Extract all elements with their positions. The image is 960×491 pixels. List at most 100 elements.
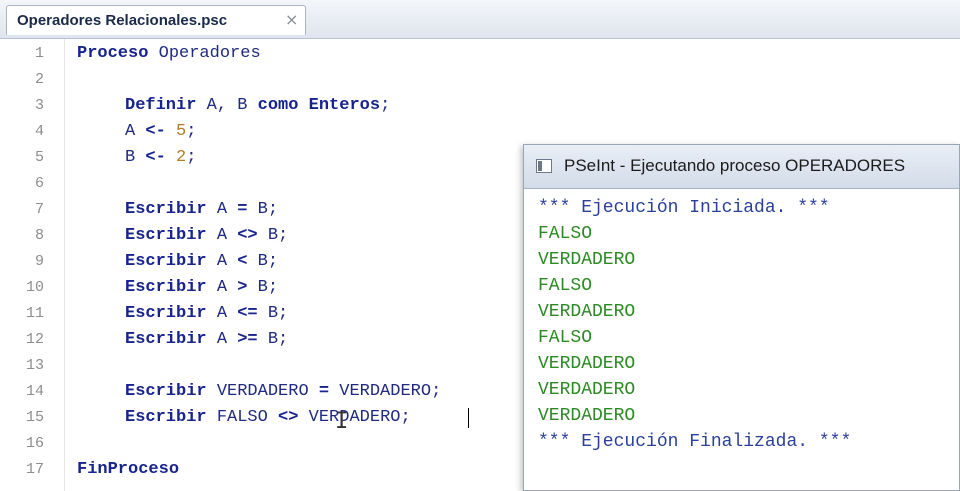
code-text: B <- 2;	[125, 145, 196, 171]
token: B;	[247, 200, 279, 219]
token: ;	[380, 96, 391, 115]
token: B	[125, 148, 146, 167]
run-window[interactable]: PSeInt - Ejecutando proceso OPERADORES *…	[523, 144, 960, 491]
token: Proceso	[77, 44, 149, 63]
code-text: A <- 5;	[125, 119, 196, 145]
line-number: 2	[34, 71, 44, 88]
token: Escribir	[125, 408, 207, 427]
console-line: FALSO	[538, 328, 593, 348]
token: 2	[176, 148, 187, 167]
token: A	[206, 200, 238, 219]
line-number: 8	[34, 227, 44, 244]
token: <=	[237, 304, 258, 323]
token: Operadores	[148, 44, 261, 63]
token: A	[206, 330, 238, 349]
line-number: 14	[25, 383, 44, 400]
token: ;	[186, 122, 197, 141]
token: 5	[176, 122, 187, 141]
token: FALSO	[206, 408, 279, 427]
token: <-	[145, 148, 166, 167]
code-text: Definir A, B como Enteros;	[125, 93, 390, 119]
run-window-titlebar[interactable]: PSeInt - Ejecutando proceso OPERADORES	[524, 145, 959, 189]
line-number: 3	[34, 97, 44, 114]
console-line: VERDADERO	[538, 406, 636, 426]
tab-label: Operadores Relacionales.psc	[17, 12, 228, 29]
console-line: FALSO	[538, 276, 593, 296]
line-number: 12	[25, 331, 44, 348]
token: Definir	[125, 96, 197, 115]
line-number: 10	[25, 279, 44, 296]
code-text: Escribir A > B;	[125, 275, 278, 301]
tab-operadores-relacionales[interactable]: Operadores Relacionales.psc ×	[6, 5, 306, 35]
code-text: Escribir A = B;	[125, 197, 278, 223]
token: como Enteros	[257, 96, 381, 115]
token: <-	[145, 122, 166, 141]
console-line: VERDADERO	[538, 250, 636, 270]
token: =	[237, 200, 248, 219]
token: <	[237, 252, 248, 271]
code-text: Escribir A <> B;	[125, 223, 288, 249]
token: A	[206, 304, 238, 323]
code-line[interactable]: 4 A <- 5;	[0, 119, 960, 145]
line-number: 4	[34, 123, 44, 140]
line-number: 11	[25, 305, 44, 322]
close-icon[interactable]: ×	[285, 10, 298, 29]
console-line: *** Ejecución Iniciada. ***	[538, 198, 830, 218]
code-text: FinProceso	[77, 457, 179, 483]
code-text: Escribir A >= B;	[125, 327, 288, 353]
token: Escribir	[125, 200, 207, 219]
token: VERDADERO;	[298, 408, 411, 427]
token: VERDADERO	[206, 382, 319, 401]
console-line: *** Ejecución Finalizada. ***	[538, 432, 852, 452]
token: ;	[186, 148, 197, 167]
token: A, B	[196, 96, 258, 115]
tab-bar: Operadores Relacionales.psc ×	[0, 0, 960, 39]
line-number: 6	[34, 175, 44, 192]
token: B;	[247, 278, 279, 297]
token: Escribir	[125, 304, 207, 323]
token: =	[318, 382, 330, 401]
console-line: VERDADERO	[538, 354, 636, 374]
code-text: Proceso Operadores	[77, 41, 261, 67]
console-line: VERDADERO	[538, 302, 636, 322]
token: <>	[237, 226, 258, 245]
token: Escribir	[125, 382, 207, 401]
line-number: 9	[34, 253, 44, 270]
line-number: 5	[34, 149, 44, 166]
token: Escribir	[125, 330, 207, 349]
token: B;	[247, 252, 279, 271]
line-number: 15	[25, 409, 44, 426]
line-number: 13	[25, 357, 44, 374]
console-app-icon	[536, 159, 552, 173]
code-line[interactable]: 1 Proceso Operadores	[0, 41, 960, 67]
token: B;	[257, 304, 289, 323]
token: B;	[257, 226, 289, 245]
token: <>	[278, 408, 299, 427]
token: >=	[237, 330, 258, 349]
mouse-ibeam-cursor: I	[335, 409, 349, 434]
text-caret	[468, 408, 469, 428]
code-text: Escribir VERDADERO = VERDADERO;	[125, 379, 441, 405]
token: A	[206, 278, 238, 297]
token: A	[206, 252, 238, 271]
token: A	[125, 122, 146, 141]
token: Escribir	[125, 226, 207, 245]
token: B;	[257, 330, 289, 349]
line-number: 1	[34, 45, 44, 62]
token: A	[206, 226, 238, 245]
code-text: Escribir A <= B;	[125, 301, 288, 327]
code-text: Escribir A < B;	[125, 249, 278, 275]
line-number: 16	[25, 435, 44, 452]
line-number: 7	[34, 201, 44, 218]
code-line[interactable]: 2	[0, 67, 960, 93]
console-output: *** Ejecución Iniciada. *** FALSO VERDADER…	[524, 189, 959, 489]
token: FinProceso	[77, 460, 180, 479]
token: Escribir	[125, 252, 207, 271]
code-line[interactable]: 3 Definir A, B como Enteros;	[0, 93, 960, 119]
token: Escribir	[125, 278, 207, 297]
token: >	[237, 278, 248, 297]
console-line: VERDADERO	[538, 380, 636, 400]
code-text: Escribir FALSO <> VERDADERO;	[125, 405, 411, 431]
